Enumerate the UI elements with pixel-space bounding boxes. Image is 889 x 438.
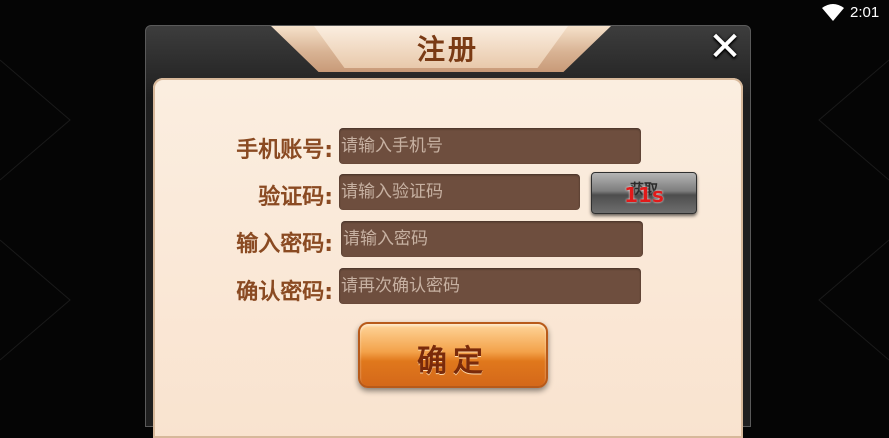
wifi-icon [822, 4, 844, 21]
confirm-password-input[interactable] [339, 268, 641, 304]
verify-code-label: 验证码: [258, 185, 333, 210]
form-panel: 手机账号: 验证码: 获取 11s 输入密码: 确认密码: 确定 [153, 78, 743, 438]
status-time: 2:01 [850, 4, 880, 21]
phone-input[interactable] [339, 128, 641, 164]
countdown-timer: 11s [624, 183, 664, 207]
close-icon[interactable]: ✕ [706, 27, 744, 67]
confirm-password-label: 确认密码: [236, 280, 333, 305]
verify-code-input[interactable] [339, 174, 580, 210]
password-label: 输入密码: [236, 232, 333, 257]
dialog-title: 注册 [416, 33, 479, 66]
status-bar: 2:01 [0, 0, 889, 26]
phone-label: 手机账号: [236, 138, 333, 163]
confirm-button[interactable]: 确定 [358, 322, 548, 388]
password-input[interactable] [341, 221, 643, 257]
get-code-button[interactable]: 获取 11s [591, 172, 697, 214]
register-dialog: 注册 ✕ 手机账号: 验证码: 获取 11s 输入密码: 确认密码: 确定 [145, 25, 751, 438]
confirm-button-label: 确定 [417, 344, 489, 379]
